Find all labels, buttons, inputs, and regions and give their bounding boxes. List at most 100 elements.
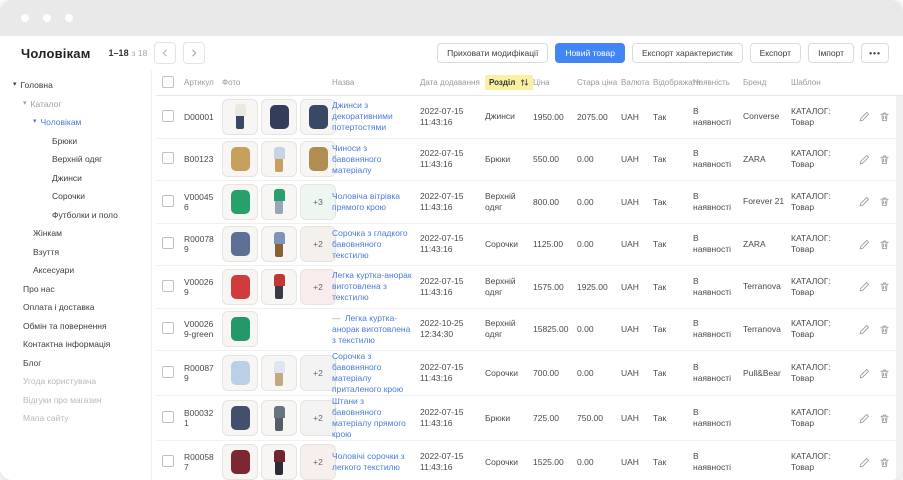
product-photo-thumb[interactable] bbox=[261, 226, 297, 262]
product-name-link[interactable]: Штани з бавовняного матеріалу прямого кр… bbox=[332, 396, 406, 439]
product-photo-thumb[interactable] bbox=[222, 184, 258, 220]
row-checkbox[interactable] bbox=[162, 411, 174, 423]
photo-more-badge[interactable]: +2 bbox=[300, 269, 336, 305]
sidebar-item-vidguky-pro-magazyn[interactable]: Відгуки про магазин bbox=[0, 391, 151, 410]
delete-button[interactable] bbox=[879, 281, 890, 292]
price-cell: 550.00 bbox=[533, 154, 577, 164]
select-all-checkbox[interactable] bbox=[162, 76, 174, 88]
row-checkbox[interactable] bbox=[162, 110, 174, 122]
product-photo-thumb[interactable] bbox=[222, 269, 258, 305]
sidebar-item-bryuky[interactable]: Брюки bbox=[0, 132, 151, 151]
row-checkbox[interactable] bbox=[162, 322, 174, 334]
edit-button[interactable] bbox=[859, 111, 870, 122]
photo-more-badge[interactable]: +2 bbox=[300, 355, 336, 391]
sidebar-item-futbolky-i-polo[interactable]: Футболки и поло bbox=[0, 206, 151, 225]
sidebar-item-verkhniy-odyag[interactable]: Верхній одяг bbox=[0, 150, 151, 169]
delete-button[interactable] bbox=[879, 457, 890, 468]
date-added: 2022-07-15 bbox=[420, 191, 485, 202]
sidebar-item-label: Обмін та повернення bbox=[23, 321, 107, 331]
more-actions-button[interactable]: ••• bbox=[861, 43, 889, 63]
import-button[interactable]: Імпорт bbox=[808, 43, 854, 63]
edit-button[interactable] bbox=[859, 413, 870, 424]
sidebar-item-aksesuary[interactable]: Аксесуари bbox=[0, 261, 151, 280]
row-checkbox[interactable] bbox=[162, 280, 174, 292]
delete-button[interactable] bbox=[879, 368, 890, 379]
delete-button[interactable] bbox=[879, 324, 890, 335]
product-photo-thumb[interactable] bbox=[261, 141, 297, 177]
product-name-link[interactable]: Сорочка з бавовняного матеріалу притален… bbox=[332, 351, 403, 394]
photo-more-badge[interactable]: +2 bbox=[300, 400, 336, 436]
product-photo-thumb[interactable] bbox=[222, 400, 258, 436]
edit-button[interactable] bbox=[859, 368, 870, 379]
sidebar-item-label: Угода користувача bbox=[23, 376, 96, 386]
product-name-link[interactable]: Чиноси з бавовняного матеріалу bbox=[332, 143, 381, 175]
next-page-button[interactable] bbox=[183, 42, 205, 64]
delete-button[interactable] bbox=[879, 413, 890, 424]
edit-button[interactable] bbox=[859, 281, 870, 292]
row-checkbox[interactable] bbox=[162, 152, 174, 164]
sidebar-item-blog[interactable]: Блог bbox=[0, 354, 151, 373]
scrollbar[interactable] bbox=[896, 96, 903, 480]
product-photo-thumb[interactable] bbox=[300, 99, 336, 135]
delete-button[interactable] bbox=[879, 239, 890, 250]
delete-button[interactable] bbox=[879, 196, 890, 207]
export-characteristics-button[interactable]: Експорт характеристик bbox=[632, 43, 743, 63]
photo-more-badge[interactable]: +2 bbox=[300, 444, 336, 480]
prev-page-button[interactable] bbox=[154, 42, 176, 64]
sidebar-item-dzhynsy[interactable]: Джинси bbox=[0, 169, 151, 188]
edit-button[interactable] bbox=[859, 196, 870, 207]
new-product-button[interactable]: Новий товар bbox=[555, 43, 625, 63]
product-name-link[interactable]: Легка куртка-анорак виготовлена з тексти… bbox=[332, 313, 410, 345]
sidebar-item-kontaktna-informatsiya[interactable]: Контактна інформація bbox=[0, 335, 151, 354]
hide-modifications-button[interactable]: Приховати модифікації bbox=[437, 43, 548, 63]
sidebar-item-mapa-saytu[interactable]: Мапа сайту bbox=[0, 409, 151, 428]
table-header-row: АртикулФотоНазваДата додаванняРозділЦіна… bbox=[156, 70, 903, 96]
product-name-link[interactable]: Сорочка з гладкого бавовняного текстилю bbox=[332, 228, 408, 260]
sidebar-item-zhinkam[interactable]: Жінкам bbox=[0, 224, 151, 243]
edit-button[interactable] bbox=[859, 239, 870, 250]
sidebar-item-golovna[interactable]: ▾Головна bbox=[0, 76, 151, 95]
product-photo-thumb[interactable] bbox=[222, 311, 258, 347]
row-checkbox[interactable] bbox=[162, 195, 174, 207]
row-checkbox[interactable] bbox=[162, 237, 174, 249]
product-photo-thumb[interactable] bbox=[261, 400, 297, 436]
photo-more-badge[interactable]: +2 bbox=[300, 226, 336, 262]
product-photo-thumb[interactable] bbox=[300, 141, 336, 177]
sidebar-item-pro-nas[interactable]: Про нас bbox=[0, 280, 151, 299]
product-photo-thumb[interactable] bbox=[222, 99, 258, 135]
product-photo-thumb[interactable] bbox=[261, 444, 297, 480]
template-line-2: Товар bbox=[791, 462, 849, 473]
product-photo-thumb[interactable] bbox=[222, 444, 258, 480]
edit-button[interactable] bbox=[859, 324, 870, 335]
window-dot-icon[interactable] bbox=[43, 14, 51, 22]
delete-button[interactable] bbox=[879, 111, 890, 122]
export-button[interactable]: Експорт bbox=[750, 43, 802, 63]
product-photo-thumb[interactable] bbox=[261, 99, 297, 135]
sidebar-item-oplata-i-dostavka[interactable]: Оплата і доставка bbox=[0, 298, 151, 317]
photo-more-badge[interactable]: +3 bbox=[300, 184, 336, 220]
sidebar-item-ugoda-korystuvacha[interactable]: Угода користувача bbox=[0, 372, 151, 391]
product-name-link[interactable]: Джинси з декоративними потертостями bbox=[332, 100, 393, 132]
edit-button[interactable] bbox=[859, 457, 870, 468]
sidebar-item-katalog[interactable]: ▾Каталог bbox=[0, 95, 151, 114]
window-dot-icon[interactable] bbox=[65, 14, 73, 22]
sidebar-item-sorochky[interactable]: Сорочки bbox=[0, 187, 151, 206]
product-photo-thumb[interactable] bbox=[261, 184, 297, 220]
row-checkbox[interactable] bbox=[162, 366, 174, 378]
sidebar-item-cholovikam[interactable]: ▾Чоловікам bbox=[0, 113, 151, 132]
window-dot-icon[interactable] bbox=[21, 14, 29, 22]
product-photo-thumb[interactable] bbox=[222, 141, 258, 177]
edit-button[interactable] bbox=[859, 154, 870, 165]
delete-button[interactable] bbox=[879, 154, 890, 165]
product-name-link[interactable]: Чоловіча вітрівка прямого крою bbox=[332, 191, 400, 212]
sidebar-item-obmin-ta-povernennya[interactable]: Обмін та повернення bbox=[0, 317, 151, 336]
section-sort-control[interactable]: Розділ bbox=[485, 75, 533, 90]
product-photo-thumb[interactable] bbox=[222, 355, 258, 391]
row-checkbox[interactable] bbox=[162, 455, 174, 467]
product-name-link[interactable]: Легка куртка-анорак виготовлена з тексти… bbox=[332, 270, 412, 302]
product-name-link[interactable]: Чоловічі сорочки з легкого текстилю bbox=[332, 451, 405, 472]
product-photo-thumb[interactable] bbox=[222, 226, 258, 262]
product-photo-thumb[interactable] bbox=[261, 355, 297, 391]
sidebar-item-vzuttya[interactable]: Взуття bbox=[0, 243, 151, 262]
product-photo-thumb[interactable] bbox=[261, 269, 297, 305]
